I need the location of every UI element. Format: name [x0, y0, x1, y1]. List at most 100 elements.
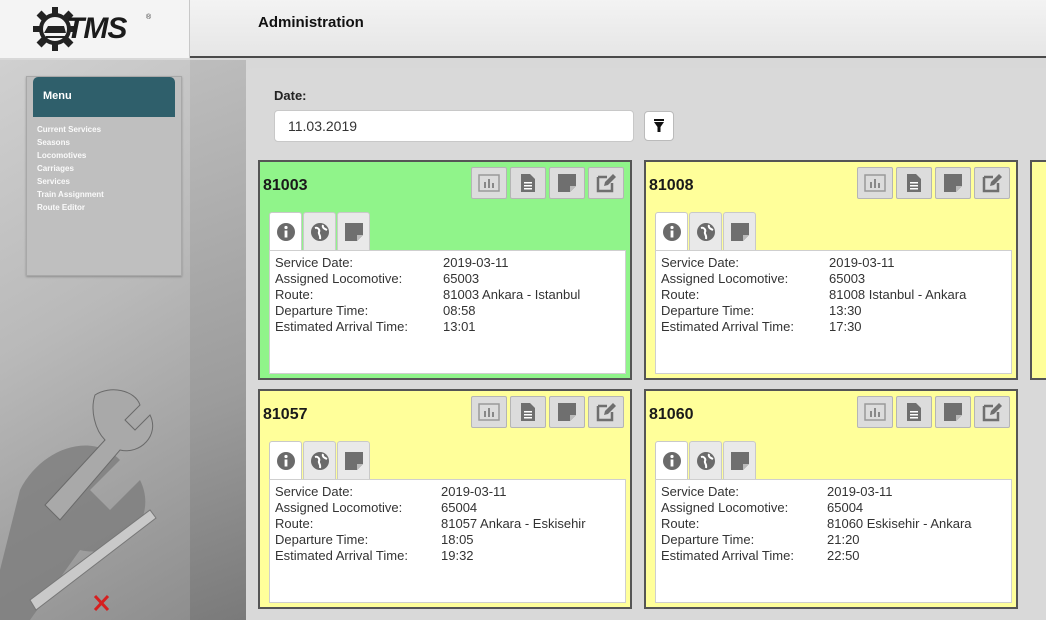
info-icon — [276, 222, 295, 241]
departure-value: 13:30 — [829, 303, 862, 318]
document-icon — [907, 403, 921, 421]
departure-value: 18:05 — [441, 532, 474, 547]
service-id: 81008 — [649, 177, 694, 194]
note-button[interactable] — [549, 167, 585, 199]
tab-map[interactable] — [689, 441, 722, 479]
tab-notes[interactable] — [723, 441, 756, 479]
tab-map[interactable] — [303, 212, 336, 250]
route-label: Route: — [661, 287, 700, 302]
left-sidebar: Menu Current Services Seasons Locomotive… — [0, 60, 190, 620]
route-value: 81003 Ankara - Istanbul — [443, 287, 581, 302]
arrival-label: Estimated Arrival Time: — [661, 319, 794, 334]
document-button[interactable] — [510, 167, 546, 199]
note-icon — [730, 451, 749, 470]
tab-map[interactable] — [303, 441, 336, 479]
arrival-value: 13:01 — [443, 319, 476, 334]
menu-list: Current Services Seasons Locomotives Car… — [37, 123, 104, 214]
document-button[interactable] — [896, 396, 932, 428]
route-label: Route: — [275, 287, 314, 302]
menu-item-carriages[interactable]: Carriages — [37, 162, 104, 175]
menu-item-route-editor[interactable]: Route Editor — [37, 201, 104, 214]
document-icon — [521, 403, 535, 421]
service-card-81057: 81057 Service Date: 2019-03-11 Assigned L… — [258, 389, 632, 609]
logo[interactable]: TMS ® — [0, 0, 190, 58]
arrival-value: 22:50 — [827, 548, 860, 563]
note-icon — [944, 403, 962, 421]
note-button[interactable] — [935, 167, 971, 199]
service-date-label: Service Date: — [661, 255, 740, 270]
document-button[interactable] — [510, 396, 546, 428]
document-icon — [521, 174, 535, 192]
note-icon — [344, 451, 363, 470]
locomotive-value: 65004 — [827, 500, 864, 515]
note-icon — [558, 174, 576, 192]
service-id: 81003 — [263, 177, 308, 194]
sidebar-gutter — [190, 60, 246, 620]
tab-info[interactable] — [269, 212, 302, 250]
tab-info[interactable] — [655, 212, 688, 250]
edit-button[interactable] — [588, 167, 624, 199]
note-icon — [730, 222, 749, 241]
globe-icon — [696, 222, 715, 241]
service-date-label: Service Date: — [275, 484, 354, 499]
menu-item-train-assignment[interactable]: Train Assignment — [37, 188, 104, 201]
service-details: Service Date: 2019-03-11 Assigned Locomot… — [269, 250, 626, 374]
tab-notes[interactable] — [723, 212, 756, 250]
info-icon — [276, 451, 295, 470]
route-value: 81057 Ankara - Eskisehir — [441, 516, 586, 531]
page-title: Administration — [258, 14, 364, 31]
arrival-value: 19:32 — [441, 548, 474, 563]
chart-icon — [478, 403, 500, 421]
menu-item-current-services[interactable]: Current Services — [37, 123, 104, 136]
locomotive-label: Assigned Locomotive: — [275, 271, 403, 286]
service-id: 81057 — [263, 406, 308, 423]
edit-button[interactable] — [974, 167, 1010, 199]
note-button[interactable] — [935, 396, 971, 428]
locomotive-value: 65003 — [829, 271, 866, 286]
note-icon — [558, 403, 576, 421]
service-date-value: 2019-03-11 — [443, 255, 509, 270]
menu-item-services[interactable]: Services — [37, 175, 104, 188]
document-button[interactable] — [896, 167, 932, 199]
date-input[interactable]: 11.03.2019 — [274, 110, 634, 142]
menu-item-locomotives[interactable]: Locomotives — [37, 149, 104, 162]
chart-icon — [478, 174, 500, 192]
edit-icon — [596, 403, 616, 422]
info-icon — [662, 222, 681, 241]
tab-info[interactable] — [269, 441, 302, 479]
top-header: TMS ® Administration — [0, 0, 1046, 58]
service-date-label: Service Date: — [661, 484, 740, 499]
menu-header: Menu — [33, 77, 175, 117]
note-button[interactable] — [549, 396, 585, 428]
chart-icon — [864, 403, 886, 421]
registered-mark: ® — [146, 14, 152, 21]
globe-icon — [696, 451, 715, 470]
tab-map[interactable] — [689, 212, 722, 250]
chart-button[interactable] — [857, 396, 893, 428]
filter-button[interactable] — [644, 111, 674, 141]
service-id: 81060 — [649, 406, 694, 423]
chart-button[interactable] — [857, 167, 893, 199]
route-label: Route: — [661, 516, 700, 531]
chart-button[interactable] — [471, 396, 507, 428]
arrival-label: Estimated Arrival Time: — [275, 319, 408, 334]
edit-button[interactable] — [588, 396, 624, 428]
arrival-label: Estimated Arrival Time: — [661, 548, 794, 563]
edit-button[interactable] — [974, 396, 1010, 428]
service-date-label: Service Date: — [275, 255, 354, 270]
service-details: Service Date: 2019-03-11 Assigned Locomot… — [655, 250, 1012, 374]
funnel-icon — [654, 119, 664, 132]
departure-label: Departure Time: — [661, 532, 755, 547]
service-card-81008: 81008 Service Date: 2019-03-11 Assigned L… — [644, 160, 1018, 380]
main-content: Date: 11.03.2019 81003 Service Date: 2019… — [246, 68, 1046, 620]
service-date-value: 2019-03-11 — [829, 255, 895, 270]
service-card-81003: 81003 Service Date: 2019-03-11 Assigned L… — [258, 160, 632, 380]
tab-notes[interactable] — [337, 441, 370, 479]
service-card-partial[interactable] — [1030, 160, 1046, 380]
tab-notes[interactable] — [337, 212, 370, 250]
menu-item-seasons[interactable]: Seasons — [37, 136, 104, 149]
service-details: Service Date: 2019-03-11 Assigned Locomot… — [655, 479, 1012, 603]
chart-button[interactable] — [471, 167, 507, 199]
tab-info[interactable] — [655, 441, 688, 479]
locomotive-label: Assigned Locomotive: — [661, 271, 789, 286]
